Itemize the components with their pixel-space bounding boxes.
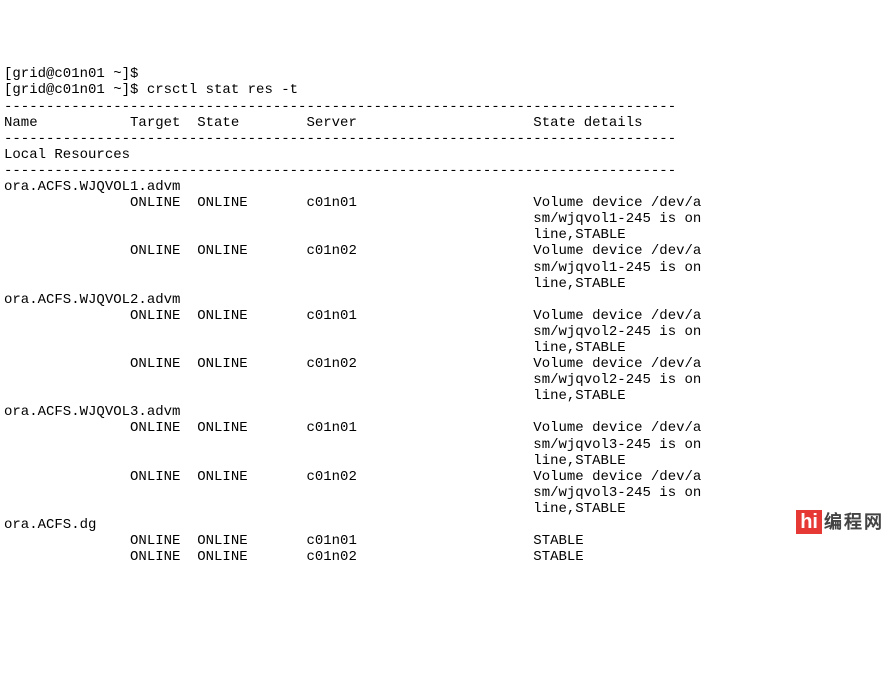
terminal-output[interactable]: [grid@c01n01 ~]$ [grid@c01n01 ~]$ crsctl… bbox=[4, 66, 886, 565]
